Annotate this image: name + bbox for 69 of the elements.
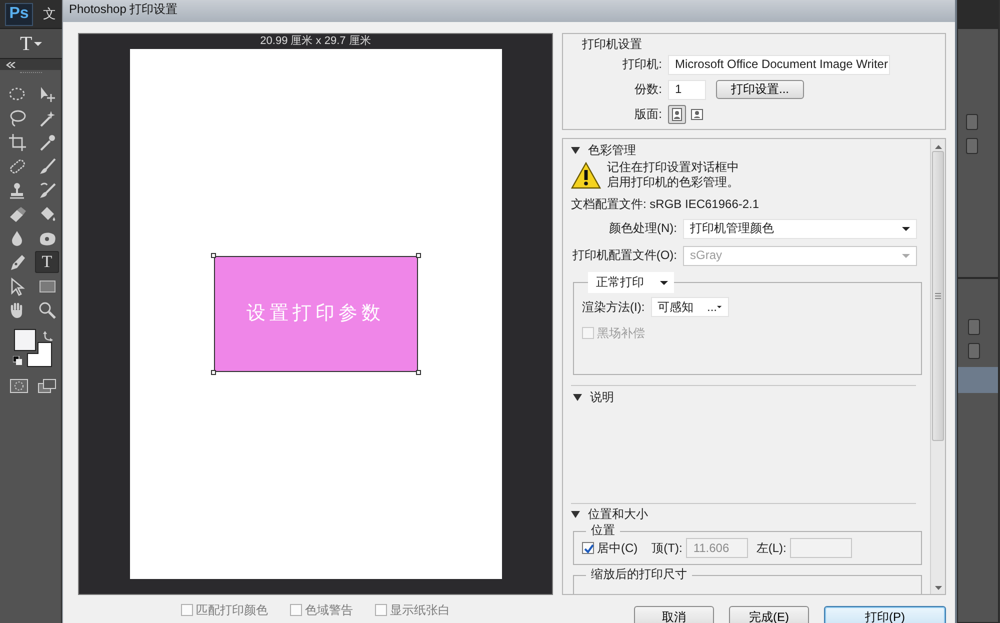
checkbox[interactable] <box>375 604 387 616</box>
left-field[interactable] <box>790 538 852 558</box>
checkbox[interactable] <box>290 604 302 616</box>
scroll-down-icon[interactable] <box>934 586 942 590</box>
selection-handle[interactable] <box>210 253 216 258</box>
warning-text: 记住在打印设置对话框中 <box>607 160 739 175</box>
quick-mask-icon[interactable] <box>10 379 28 393</box>
foreground-swatch[interactable] <box>14 329 36 351</box>
field-label: 版面: <box>634 107 663 122</box>
warning-text: 启用打印机的色彩管理。 <box>607 175 739 190</box>
caret-icon[interactable] <box>902 226 910 230</box>
expanded-triangle-icon[interactable] <box>571 510 580 519</box>
expanded-triangle-icon[interactable] <box>573 393 582 402</box>
artwork-text: 设置打印参数 <box>246 302 384 326</box>
field-label: 份数: <box>634 82 663 97</box>
expanded-triangle-icon[interactable] <box>571 146 580 155</box>
menu-item[interactable]: 文 <box>43 6 56 22</box>
field-label: 顶(T): <box>652 540 682 556</box>
portrait-button[interactable] <box>668 105 686 124</box>
caret-icon[interactable] <box>717 305 722 309</box>
field-label: 渲染方法(I): <box>582 300 645 314</box>
field-label: 左(L): <box>756 540 786 556</box>
caret-icon[interactable] <box>34 42 42 46</box>
paper-size-label: 20.99 厘米 x 29.7 厘米 <box>260 35 371 49</box>
text-tool-button[interactable]: T <box>35 251 59 273</box>
app-logo: Ps <box>5 2 33 26</box>
caret-icon[interactable] <box>660 280 668 284</box>
panel-button[interactable] <box>968 343 980 359</box>
checkbox[interactable] <box>582 542 594 554</box>
color-handling-dropdown[interactable]: 打印机管理颜色 <box>683 218 917 238</box>
group-heading: 打印机设置 <box>582 37 643 52</box>
group-heading: 位置 <box>586 523 620 538</box>
checkbox[interactable] <box>181 604 193 616</box>
field-label: 打印机: <box>622 57 663 72</box>
screen-mode-icon[interactable] <box>38 379 56 393</box>
mode-dropdown[interactable]: 正常打印 <box>588 272 674 293</box>
section-toggle[interactable]: 位置和大小 <box>571 507 648 522</box>
document-profile-text: 文档配置文件: sRGB IEC61966-2.1 <box>571 197 760 212</box>
dialog-button[interactable]: 取消 <box>634 606 714 623</box>
panel-button[interactable] <box>966 114 978 130</box>
warning-icon <box>571 162 601 188</box>
section-toggle[interactable]: 色彩管理 <box>571 143 636 158</box>
copies-field[interactable]: 1 <box>668 80 706 100</box>
group-heading: 缩放后的打印尺寸 <box>586 567 692 582</box>
default-colors-icon[interactable] <box>13 356 22 365</box>
selection-handle[interactable] <box>416 370 420 375</box>
checkbox-label: 匹配打印颜色 <box>196 603 268 617</box>
rendering-dropdown[interactable]: 可感知 ... <box>650 297 729 317</box>
tool-preset-button[interactable]: T <box>20 34 32 54</box>
field-label: 颜色处理(N): <box>608 221 678 236</box>
background-swatch[interactable] <box>27 342 52 367</box>
field-label: 打印机配置文件(O): <box>571 248 678 263</box>
checkbox-label: 居中(C) <box>597 540 638 556</box>
swap-icon[interactable] <box>43 331 53 341</box>
panel-button[interactable] <box>968 319 980 335</box>
collapse-icon[interactable] <box>6 62 16 68</box>
scroll-thumb[interactable] <box>932 151 944 441</box>
scrollbar[interactable] <box>930 139 945 594</box>
checkbox-label: 色域警告 <box>305 603 353 617</box>
section-toggle[interactable]: 说明 <box>573 390 614 405</box>
selection-handle[interactable] <box>416 253 420 258</box>
selection-handle[interactable] <box>210 370 216 375</box>
print-setup-button[interactable]: 打印设置... <box>716 80 804 99</box>
printer-dropdown[interactable]: Microsoft Office Document Image Writer <box>668 54 890 74</box>
window-title: Photoshop 打印设置 <box>69 2 178 16</box>
checkbox-label: 黑场补偿 <box>597 326 645 340</box>
scroll-up-icon[interactable] <box>934 145 942 149</box>
panel-button[interactable] <box>966 138 978 154</box>
checkbox-label: 显示纸张白 <box>390 603 450 617</box>
